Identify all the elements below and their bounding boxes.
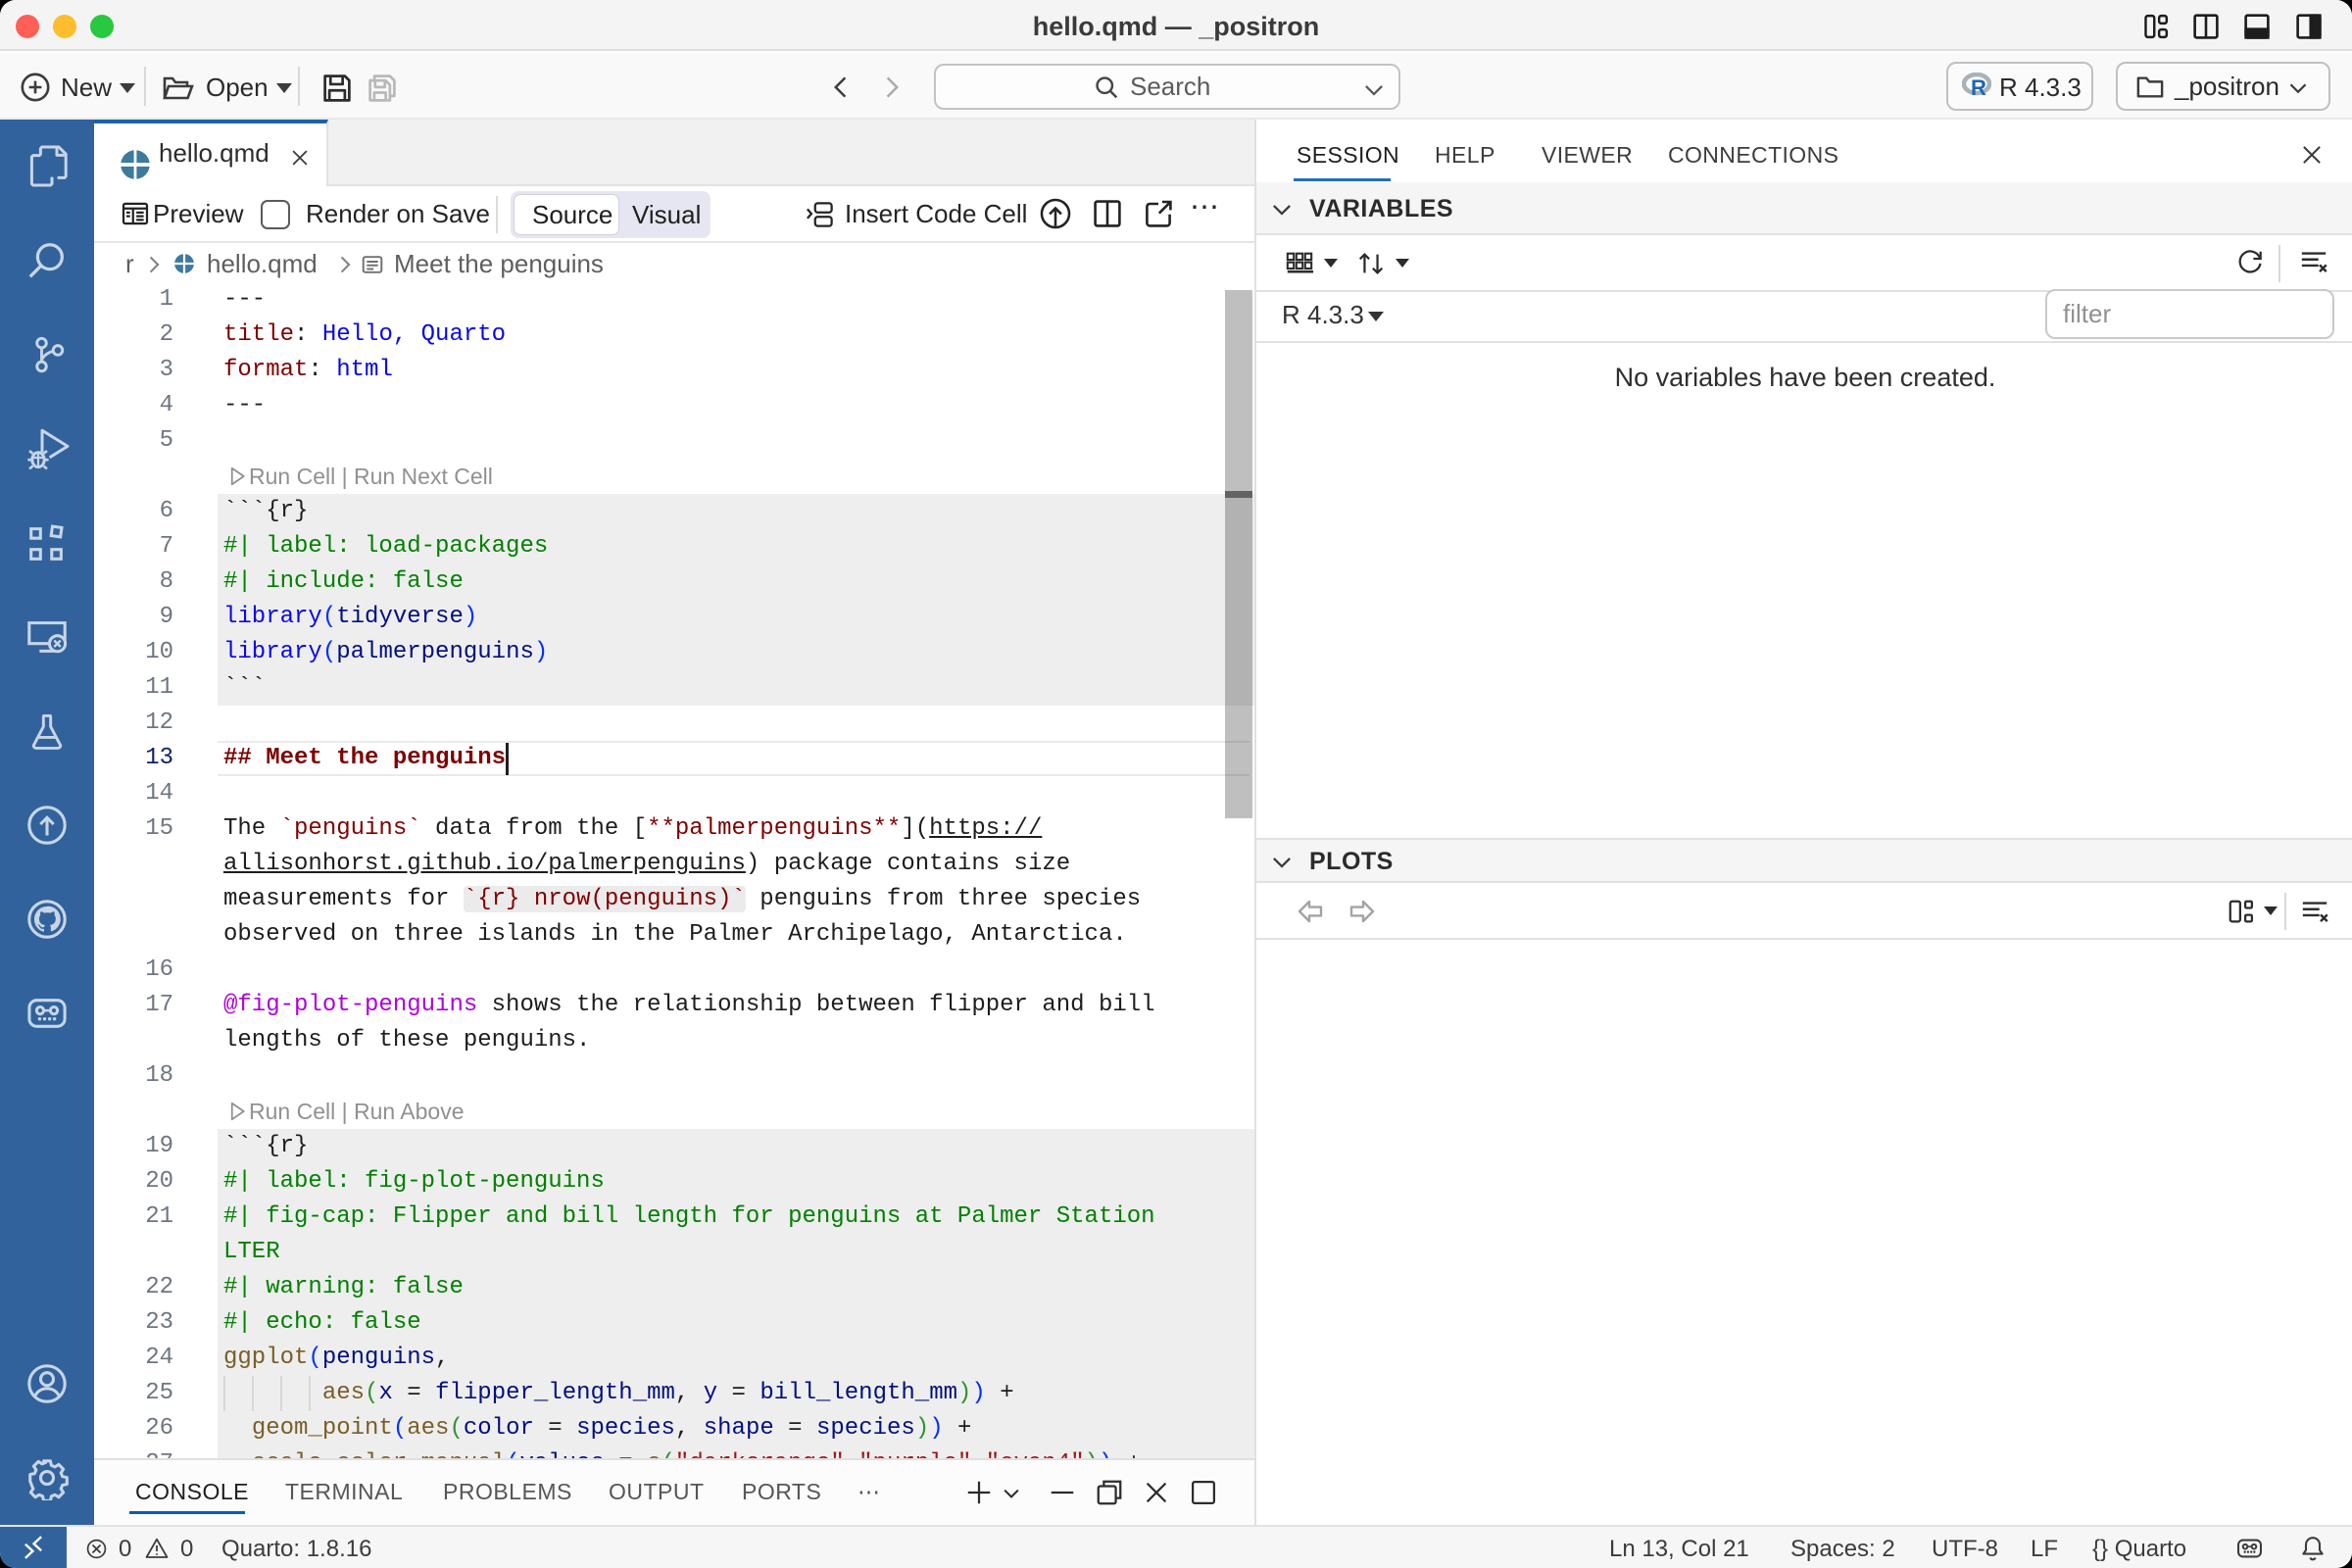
svg-text:R: R — [1971, 75, 1986, 98]
